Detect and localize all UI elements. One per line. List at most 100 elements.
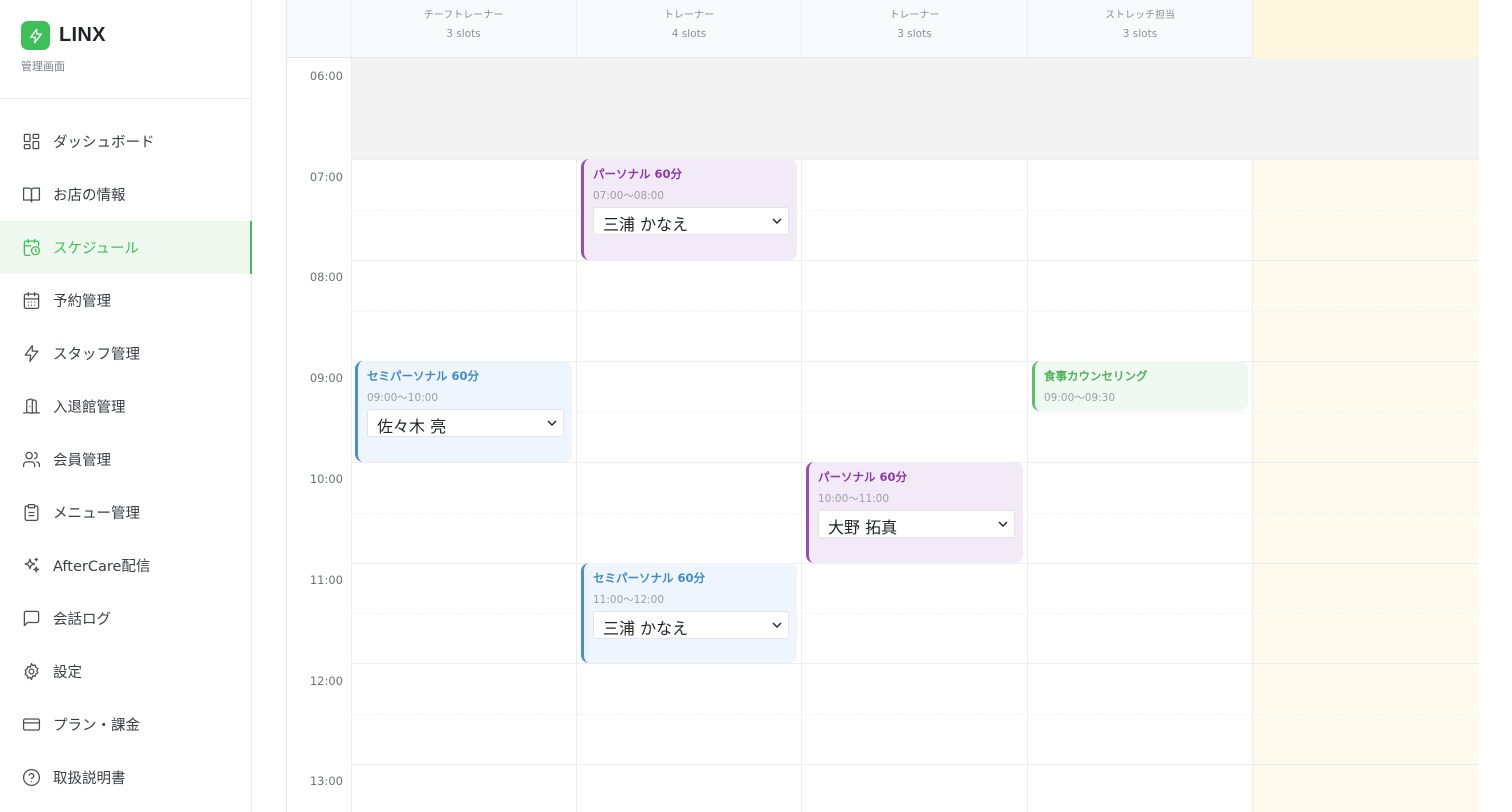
staff-role: チーフトレーナー <box>423 10 504 21</box>
sidebar-item-label: スタッフ管理 <box>53 347 140 363</box>
staff-slots: 3 slots <box>446 28 481 40</box>
sparkles-icon <box>21 556 41 576</box>
event-title: パーソナル 60分 <box>593 167 683 181</box>
sidebar-nav: ダッシュボード お店の情報 スケジュール 予約管理 スタッフ管理 入退館管理 会… <box>0 115 252 804</box>
hour-line <box>351 764 1479 765</box>
event-time: 09:00〜09:30 <box>1044 392 1116 404</box>
half-hour-line <box>351 613 1479 614</box>
chat-icon <box>21 609 41 629</box>
time-label: 08:00 <box>309 270 343 284</box>
sidebar-item-settings[interactable]: 設定 <box>0 645 251 698</box>
event-time: 07:00〜08:00 <box>593 190 665 202</box>
sidebar-item-manual[interactable]: 取扱説明書 <box>0 751 251 804</box>
bolt-icon <box>21 344 41 364</box>
chevron-down-icon <box>772 622 782 628</box>
booking-event[interactable]: パーソナル 60分 07:00〜08:00 三浦 かなえ <box>581 159 797 260</box>
app: LINX 管理画面 ダッシュボード お店の情報 スケジュール 予約管理 スタッフ… <box>0 0 1512 812</box>
staff-column-header[interactable]: チーフトレーナー 3 slots <box>351 0 577 58</box>
hour-line <box>351 563 1479 564</box>
closed-hours-band <box>351 58 1479 159</box>
booking-event[interactable]: 食事カウンセリング 09:00〜09:30 <box>1032 361 1248 411</box>
time-label: 11:00 <box>309 573 343 587</box>
sidebar-item-label: プラン・課金 <box>53 718 140 734</box>
users-icon <box>21 450 41 470</box>
staff-select-value: 三浦 かなえ <box>603 215 689 234</box>
staff-column[interactable] <box>802 58 1028 812</box>
staff-slots: 4 slots <box>671 28 707 40</box>
staff-column-highlighted[interactable] <box>1253 58 1479 812</box>
time-gutter-header <box>287 0 351 58</box>
event-time: 10:00〜11:00 <box>818 493 890 505</box>
calendar-grid: 06:00 07:00 08:00 09:00 10:00 11:00 12:0… <box>287 58 1479 812</box>
bolt-icon[interactable] <box>21 21 50 50</box>
sidebar-item-aftercare[interactable]: AfterCare配信 <box>0 539 251 592</box>
sidebar-item-menu[interactable]: メニュー管理 <box>0 486 251 539</box>
hour-line <box>351 159 1479 160</box>
gear-icon <box>21 662 41 682</box>
sidebar-item-store-info[interactable]: お店の情報 <box>0 168 251 221</box>
door-icon <box>21 397 41 417</box>
sidebar-item-reservations[interactable]: 予約管理 <box>0 274 251 327</box>
sidebar: LINX 管理画面 ダッシュボード お店の情報 スケジュール 予約管理 スタッフ… <box>0 0 252 812</box>
calendar-header: チーフトレーナー 3 slots トレーナー 4 slots トレーナー 3 s… <box>287 0 1479 58</box>
chevron-down-icon <box>772 218 782 224</box>
event-time: 11:00〜12:00 <box>593 594 665 606</box>
sidebar-item-billing[interactable]: プラン・課金 <box>0 698 251 751</box>
hour-line <box>351 260 1479 261</box>
sidebar-item-label: 会話ログ <box>53 612 111 628</box>
event-title: パーソナル 60分 <box>818 470 908 484</box>
half-hour-line <box>351 210 1479 211</box>
staff-column-header[interactable]: トレーナー 3 slots <box>802 0 1028 58</box>
sidebar-item-label: 会員管理 <box>53 453 111 469</box>
book-icon <box>21 185 41 205</box>
sidebar-item-label: メニュー管理 <box>53 506 140 522</box>
staff-column-header[interactable]: トレーナー 4 slots <box>577 0 802 58</box>
credit-card-icon <box>21 715 41 735</box>
sidebar-item-label: AfterCare配信 <box>53 559 151 575</box>
staff-column-header[interactable]: ストレッチ担当 3 slots <box>1028 0 1253 58</box>
booking-event[interactable]: セミパーソナル 60分 11:00〜12:00 三浦 かなえ <box>581 563 797 663</box>
schedule-calendar: チーフトレーナー 3 slots トレーナー 4 slots トレーナー 3 s… <box>286 0 1479 812</box>
sidebar-item-label: スケジュール <box>53 241 139 257</box>
sidebar-item-dashboard[interactable]: ダッシュボード <box>0 115 251 168</box>
staff-column-header-highlighted[interactable] <box>1253 0 1479 58</box>
time-label: 13:00 <box>309 774 343 788</box>
booking-event[interactable]: パーソナル 60分 10:00〜11:00 大野 拓真 <box>806 462 1023 563</box>
dashboard-icon <box>21 132 41 152</box>
sidebar-item-label: 取扱説明書 <box>53 771 126 787</box>
sidebar-item-label: 入退館管理 <box>53 400 126 416</box>
brand-name[interactable]: LINX <box>59 24 106 47</box>
event-title: セミパーソナル 60分 <box>593 571 706 585</box>
sidebar-item-chat-log[interactable]: 会話ログ <box>0 592 251 645</box>
hour-line <box>351 663 1479 664</box>
staff-column[interactable] <box>1028 58 1253 812</box>
staff-select[interactable]: 佐々木 亮 <box>367 409 564 437</box>
chevron-down-icon <box>998 521 1008 527</box>
staff-role: ストレッチ担当 <box>1105 10 1175 21</box>
staff-select-value: 佐々木 亮 <box>377 417 447 436</box>
staff-select[interactable]: 三浦 かなえ <box>593 207 789 235</box>
calendar-icon <box>21 291 41 311</box>
clipboard-icon <box>21 503 41 523</box>
staff-select[interactable]: 三浦 かなえ <box>593 611 789 639</box>
staff-slots: 3 slots <box>1122 28 1158 40</box>
time-label: 07:00 <box>309 170 343 184</box>
sidebar-item-label: ダッシュボード <box>53 135 155 151</box>
sidebar-item-members[interactable]: 会員管理 <box>0 433 251 486</box>
sidebar-item-staff[interactable]: スタッフ管理 <box>0 327 251 380</box>
booking-event[interactable]: セミパーソナル 60分 09:00〜10:00 佐々木 亮 <box>355 361 572 462</box>
staff-select-value: 大野 拓真 <box>828 518 898 537</box>
sidebar-item-label: お店の情報 <box>53 188 126 204</box>
brand-header: LINX 管理画面 <box>0 0 251 99</box>
time-label: 09:00 <box>309 371 343 385</box>
chevron-down-icon <box>547 420 557 426</box>
staff-select[interactable]: 大野 拓真 <box>818 510 1015 538</box>
sidebar-item-entry-exit[interactable]: 入退館管理 <box>0 380 251 433</box>
sidebar-item-schedule[interactable]: スケジュール <box>0 221 252 274</box>
sidebar-item-label: 設定 <box>53 665 82 681</box>
time-label: 10:00 <box>309 472 343 486</box>
time-label: 12:00 <box>309 674 343 688</box>
staff-role: トレーナー <box>664 10 714 21</box>
calendar-clock-icon <box>21 238 41 258</box>
half-hour-line <box>351 714 1479 715</box>
